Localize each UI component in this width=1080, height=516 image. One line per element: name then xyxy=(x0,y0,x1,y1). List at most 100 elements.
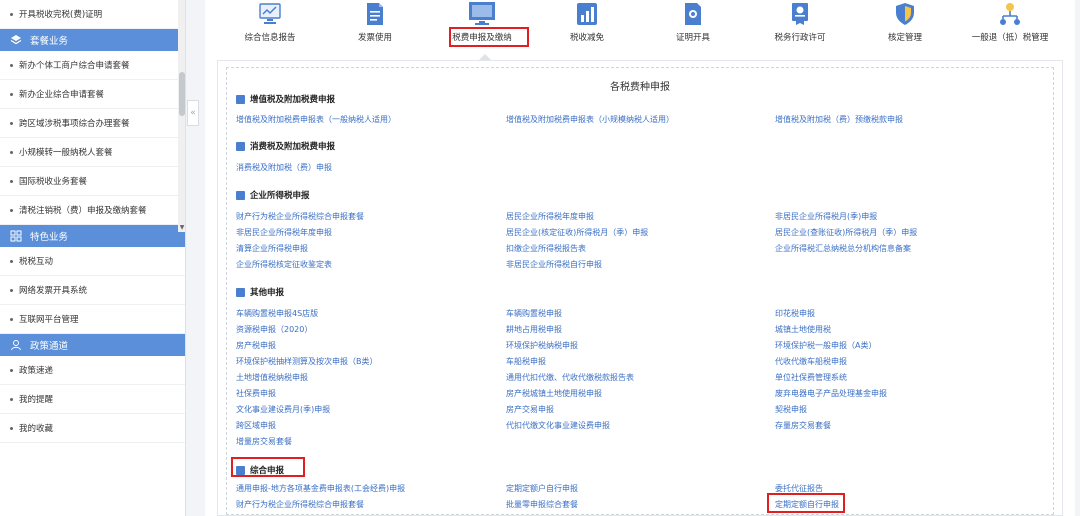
link-other-16[interactable]: 房产税城镇土地使用税申报 xyxy=(506,388,602,399)
nav-administrative-license[interactable]: 税务行政许可 xyxy=(745,0,855,58)
double-chevron-left-icon: « xyxy=(190,108,196,118)
link-consumption[interactable]: 消费税及附加税（费）申报 xyxy=(236,162,332,173)
link-other-24[interactable]: 增量房交易套餐 xyxy=(236,436,292,447)
panel-inner: 各税费种申报 增值税及附加税费申报 增值税及附加税费申报表（一般纳税人适用） 增… xyxy=(226,67,1054,515)
link-cit-7[interactable]: 扣缴企业所得税报告表 xyxy=(506,243,586,254)
link-cit-9[interactable]: 企业所得税核定征收鉴定表 xyxy=(236,259,332,270)
link-other-17[interactable]: 废弃电器电子产品处理基金申报 xyxy=(775,388,887,399)
link-other-10[interactable]: 车船税申报 xyxy=(506,356,546,367)
sidebar-item-package-6[interactable]: 清税注销税（费）申报及缴纳套餐 xyxy=(0,196,185,225)
link-other-1[interactable]: 车辆购置税申报 xyxy=(506,308,562,319)
bullet-icon xyxy=(10,288,13,292)
link-cit-2[interactable]: 非居民企业所得税月(季)申报 xyxy=(775,211,877,222)
scroll-down-arrow-icon[interactable]: ▼ xyxy=(178,224,185,232)
bullet-icon xyxy=(10,426,13,430)
sidebar-scrollbar[interactable]: ▼ xyxy=(178,0,185,232)
link-comp-3[interactable]: 财产行为税企业所得税综合申报套餐 xyxy=(236,499,364,510)
sidebar-item-special-1[interactable]: 税税互动 xyxy=(0,247,185,276)
sidebar-item-package-2[interactable]: 新办企业综合申请套餐 xyxy=(0,80,185,109)
monitor-chart-icon xyxy=(259,3,281,24)
scrollbar-thumb[interactable] xyxy=(179,72,185,116)
bullet-icon xyxy=(10,368,13,372)
link-vat-prepay[interactable]: 增值税及附加税（费）预缴税款申报 xyxy=(775,114,903,125)
sidebar-item-package-5[interactable]: 国际税收业务套餐 xyxy=(0,167,185,196)
link-other-7[interactable]: 环境保护税纳税申报 xyxy=(506,340,578,351)
sidebar-item-special-3[interactable]: 互联网平台管理 xyxy=(0,305,185,334)
sidebar-group-special[interactable]: 特色业务 xyxy=(0,225,185,247)
bullet-icon xyxy=(10,317,13,321)
nav-comprehensive-report[interactable]: 综合信息报告 xyxy=(215,0,325,58)
collapse-sidebar-button[interactable]: « xyxy=(187,100,199,126)
grid-icon xyxy=(236,287,245,297)
link-cit-6[interactable]: 清算企业所得税申报 xyxy=(236,243,308,254)
link-comp-4[interactable]: 批量零申报综合套餐 xyxy=(506,499,578,510)
sidebar-item-policy-3[interactable]: 我的收藏 xyxy=(0,414,185,443)
sidebar-item-tax-certificate[interactable]: 开具税收完税(费)证明 xyxy=(0,0,185,29)
link-other-20[interactable]: 契税申报 xyxy=(775,404,807,415)
highlight-box-fixed-quota xyxy=(767,493,845,513)
link-comp-0[interactable]: 通用申报-地方各项基金费申报表(工会经费)申报 xyxy=(236,483,405,494)
link-other-6[interactable]: 房产税申报 xyxy=(236,340,276,351)
link-other-15[interactable]: 社保费申报 xyxy=(236,388,276,399)
nav-assessment-management[interactable]: 核定管理 xyxy=(850,0,960,58)
link-cit-4[interactable]: 居民企业(核定征收)所得税月（季）申报 xyxy=(506,227,648,238)
link-other-5[interactable]: 城镇土地使用税 xyxy=(775,324,831,335)
link-other-18[interactable]: 文化事业建设费月(季)申报 xyxy=(236,404,330,415)
sidebar-item-policy-1[interactable]: 政策速递 xyxy=(0,356,185,385)
bullet-icon xyxy=(10,63,13,67)
link-other-14[interactable]: 单位社保费管理系统 xyxy=(775,372,847,383)
nav-tax-reduction[interactable]: 税收减免 xyxy=(532,0,642,58)
link-other-13[interactable]: 通用代扣代缴、代收代缴税款报告表 xyxy=(506,372,634,383)
nav-tax-refund-management[interactable]: 一般退（抵）税管理 xyxy=(955,0,1065,58)
link-comp-1[interactable]: 定期定额户自行申报 xyxy=(506,483,578,494)
section-vat: 增值税及附加税费申报 xyxy=(236,93,335,105)
sidebar: 开具税收完税(费)证明 套餐业务 新办个体工商户综合申请套餐 新办企业综合申请套… xyxy=(0,0,186,516)
link-other-4[interactable]: 耕地占用税申报 xyxy=(506,324,562,335)
link-other-2[interactable]: 印花税申报 xyxy=(775,308,815,319)
sidebar-item-package-4[interactable]: 小规模转一般纳税人套餐 xyxy=(0,138,185,167)
sidebar-item-package-3[interactable]: 跨区域涉税事项综合办理套餐 xyxy=(0,109,185,138)
link-vat-small-scale[interactable]: 增值税及附加税费申报表（小规模纳税人适用） xyxy=(506,114,674,125)
link-cit-3[interactable]: 非居民企业所得税年度申报 xyxy=(236,227,332,238)
bar-chart-icon xyxy=(577,3,597,25)
sidebar-item-policy-2[interactable]: 我的提醒 xyxy=(0,385,185,414)
sidebar-group-policy[interactable]: 政策通道 xyxy=(0,334,185,356)
section-cit: 企业所得税申报 xyxy=(236,189,310,201)
section-other: 其他申报 xyxy=(236,286,284,298)
link-other-22[interactable]: 代扣代缴文化事业建设费申报 xyxy=(506,420,610,431)
panel-title: 各税费种申报 xyxy=(610,82,670,93)
bullet-icon xyxy=(10,121,13,125)
link-other-21[interactable]: 跨区域申报 xyxy=(236,420,276,431)
link-other-11[interactable]: 代收代缴车船税申报 xyxy=(775,356,847,367)
bullet-icon xyxy=(10,12,13,16)
bullet-icon xyxy=(10,259,13,263)
nav-certificate-issue[interactable]: 证明开具 xyxy=(638,0,748,58)
link-vat-general[interactable]: 增值税及附加税费申报表（一般纳税人适用） xyxy=(236,114,396,125)
link-other-19[interactable]: 房产交易申报 xyxy=(506,404,554,415)
link-other-9[interactable]: 环境保护税抽样测算及按次申报（B类） xyxy=(236,356,378,367)
nav-invoice-use[interactable]: 发票使用 xyxy=(320,0,430,58)
document-icon xyxy=(367,3,383,25)
link-cit-0[interactable]: 财产行为税企业所得税综合申报套餐 xyxy=(236,211,364,222)
link-cit-8[interactable]: 企业所得税汇总纳税总分机构信息备案 xyxy=(775,243,911,254)
link-cit-5[interactable]: 居民企业(查账征收)所得税月（季）申报 xyxy=(775,227,917,238)
edit-icon xyxy=(236,94,245,104)
link-cit-10[interactable]: 非居民企业所得税自行申报 xyxy=(506,259,602,270)
sidebar-group-package[interactable]: 套餐业务 xyxy=(0,29,185,51)
tax-filing-panel: 各税费种申报 增值税及附加税费申报 增值税及附加税费申报表（一般纳税人适用） 增… xyxy=(217,60,1063,516)
link-other-23[interactable]: 存量房交易套餐 xyxy=(775,420,831,431)
sidebar-item-package-1[interactable]: 新办个体工商户综合申请套餐 xyxy=(0,51,185,80)
link-other-0[interactable]: 车辆购置税申报4S店版 xyxy=(236,308,318,319)
layers-icon xyxy=(10,35,22,45)
building-icon xyxy=(236,190,245,200)
section-consumption: 消费税及附加税费申报 xyxy=(236,140,335,152)
certificate-icon xyxy=(685,3,701,25)
link-other-8[interactable]: 环境保护税一般申报（A类） xyxy=(775,340,876,351)
user-icon xyxy=(11,340,21,351)
link-cit-1[interactable]: 居民企业所得税年度申报 xyxy=(506,211,594,222)
link-other-3[interactable]: 资源税申报（2020） xyxy=(236,324,312,335)
badge-icon xyxy=(792,3,808,25)
link-other-12[interactable]: 土地增值税纳税申报 xyxy=(236,372,308,383)
bullet-icon xyxy=(10,150,13,154)
sidebar-item-special-2[interactable]: 网络发票开具系统 xyxy=(0,276,185,305)
